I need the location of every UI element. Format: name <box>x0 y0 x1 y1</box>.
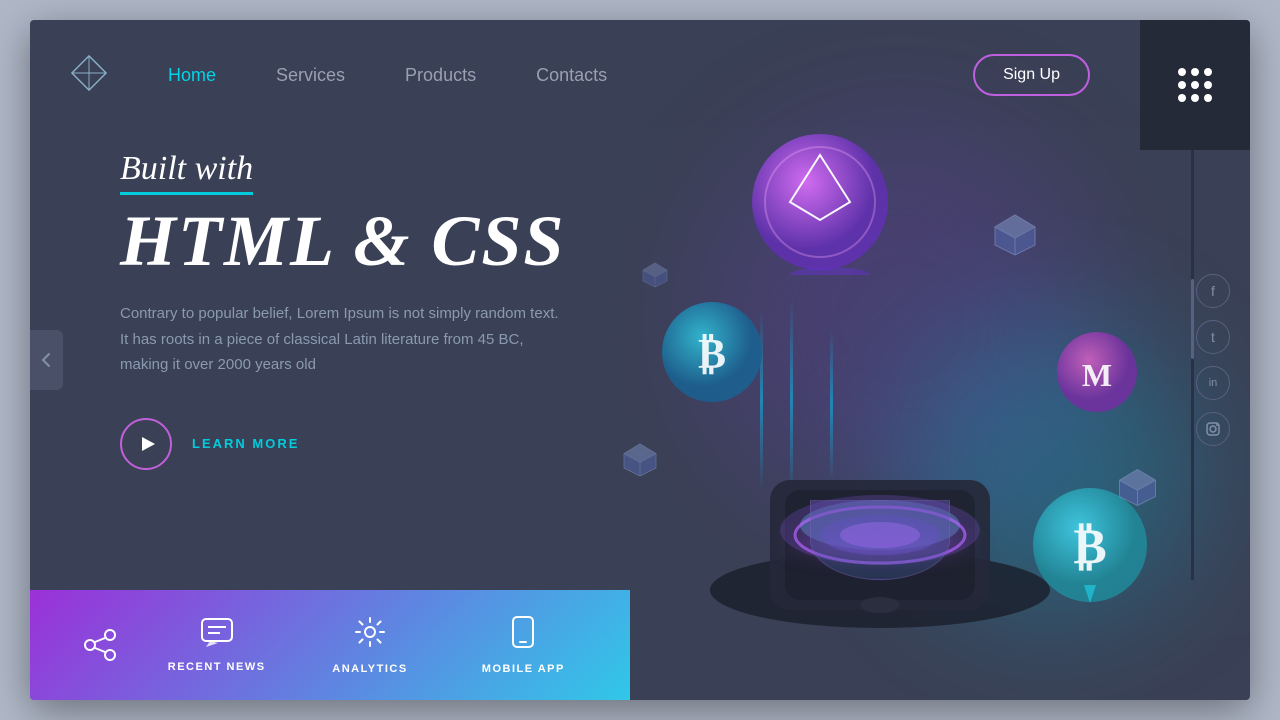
svg-text:M: M <box>1082 357 1112 393</box>
scrollbar-track <box>1191 150 1194 580</box>
svg-text:₿: ₿ <box>698 332 726 378</box>
main-title: HTML & CSS <box>120 205 570 277</box>
share-section <box>60 627 140 663</box>
main-container: Home Services Products Contacts Sign Up … <box>30 20 1250 700</box>
mobile-icon <box>511 615 535 655</box>
cube-top-right <box>990 210 1040 260</box>
cube-top-left <box>640 260 670 290</box>
nav-contacts[interactable]: Contacts <box>536 65 607 86</box>
twitter-button[interactable]: t <box>1196 320 1230 354</box>
logo[interactable] <box>70 54 108 97</box>
cylinder-base <box>810 500 950 580</box>
illustration-area: ₿ ₿ <box>590 100 1170 680</box>
chat-icon <box>200 617 234 653</box>
svg-text:₿: ₿ <box>1073 518 1106 574</box>
page-wrapper: Home Services Products Contacts Sign Up … <box>30 20 1250 700</box>
bottom-recent-news[interactable]: RECENT NEWS <box>140 617 293 673</box>
nav-links: Home Services Products Contacts <box>168 65 973 86</box>
bottom-mobile-app[interactable]: MOBILE APP <box>447 615 600 675</box>
social-bar: f t in <box>1196 274 1230 446</box>
m-coin: M <box>1055 330 1140 420</box>
recent-news-label: RECENT NEWS <box>168 661 266 673</box>
nav-home[interactable]: Home <box>168 65 216 86</box>
nav-services[interactable]: Services <box>276 65 345 86</box>
bottom-bar: RECENT NEWS ANALYTICS <box>30 590 630 700</box>
facebook-button[interactable]: f <box>1196 274 1230 308</box>
play-icon <box>140 436 156 452</box>
signup-button[interactable]: Sign Up <box>973 54 1090 96</box>
analytics-label: ANALYTICS <box>332 663 407 675</box>
built-with-text: Built with <box>120 150 253 195</box>
eth-coin <box>750 130 890 280</box>
bottom-analytics[interactable]: ANALYTICS <box>293 615 446 675</box>
hero-subtitle: Contrary to popular belief, Lorem Ipsum … <box>120 301 570 378</box>
cube-left <box>620 440 660 480</box>
instagram-button[interactable] <box>1196 412 1230 446</box>
cube-bottom-right <box>1115 465 1160 510</box>
learn-more-label[interactable]: LEARN MORE <box>192 436 299 451</box>
nav-products[interactable]: Products <box>405 65 476 86</box>
navbar: Home Services Products Contacts Sign Up <box>30 20 1250 130</box>
linkedin-button[interactable]: in <box>1196 366 1230 400</box>
dots-grid-icon <box>1178 68 1212 102</box>
top-right-menu-box[interactable] <box>1140 20 1250 150</box>
mobile-app-label: MOBILE APP <box>482 663 565 675</box>
logo-icon <box>70 54 108 92</box>
hero-content: Built with HTML & CSS Contrary to popula… <box>120 150 570 470</box>
learn-more-row: LEARN MORE <box>120 418 570 470</box>
scrollbar-thumb[interactable] <box>1191 279 1194 359</box>
gear-icon <box>353 615 387 655</box>
btc-coin-left: ₿ <box>660 300 765 410</box>
chevron-left-icon <box>41 352 51 368</box>
play-button[interactable] <box>120 418 172 470</box>
left-arrow-button[interactable] <box>30 330 63 390</box>
share-icon <box>82 627 118 663</box>
